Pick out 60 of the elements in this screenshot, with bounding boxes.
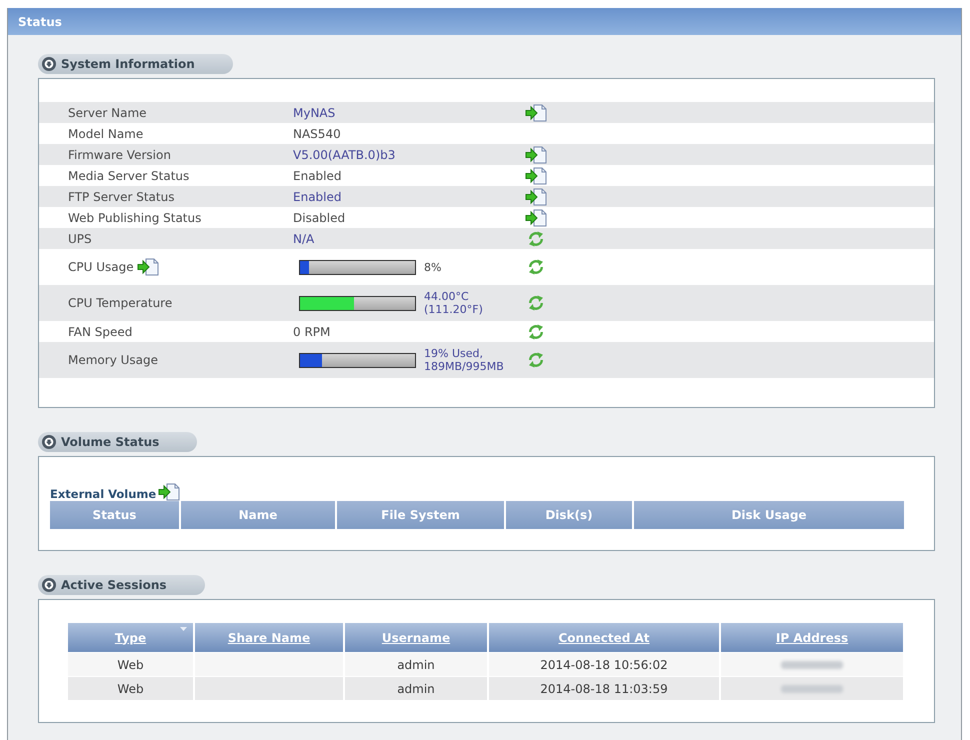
field-label: Media Server Status: [68, 168, 190, 182]
column-header: Status: [50, 501, 179, 529]
field-label: Model Name: [68, 126, 144, 140]
column-header-link[interactable]: Connected At: [489, 623, 719, 652]
field-label: UPS: [68, 232, 92, 246]
collapse-icon[interactable]: [42, 578, 56, 592]
field-value: NAS540: [293, 126, 341, 140]
collapse-icon[interactable]: [42, 435, 56, 449]
column-header: File System: [337, 501, 504, 529]
field-value: MyNAS: [293, 106, 336, 120]
arrow-page-icon[interactable]: [525, 104, 547, 122]
blurred-redaction: [781, 684, 843, 692]
section-header-pill[interactable]: Volume Status: [38, 432, 198, 452]
arrow-page-icon[interactable]: [525, 146, 547, 164]
field-value: Enabled: [293, 168, 342, 182]
column-header: Disk Usage: [634, 501, 904, 529]
field-label: CPU Usage: [68, 260, 134, 274]
table-cell: 2014-08-18 11:03:59: [489, 677, 719, 700]
column-header-link[interactable]: IP Address: [721, 623, 903, 652]
arrow-page-icon[interactable]: [525, 188, 547, 206]
table-cell: admin: [345, 653, 487, 676]
column-header: Disk(s): [506, 501, 632, 529]
field-value: 0 RPM: [293, 324, 330, 338]
field-value: Disabled: [293, 210, 346, 224]
table-cell: 2014-08-18 10:56:02: [489, 653, 719, 676]
arrow-page-icon[interactable]: [525, 166, 547, 184]
section-title: Active Sessions: [61, 578, 166, 592]
table-cell: Web: [68, 677, 193, 700]
refresh-icon[interactable]: [527, 258, 545, 276]
field-label: Web Publishing Status: [68, 210, 202, 224]
field-label: FAN Speed: [68, 324, 132, 338]
arrow-page-icon[interactable]: [525, 208, 547, 226]
field-label: Server Name: [68, 106, 147, 120]
refresh-icon[interactable]: [527, 322, 545, 340]
section-header-pill[interactable]: Active Sessions: [38, 575, 204, 595]
field-value: Enabled: [293, 190, 342, 204]
collapse-icon[interactable]: [42, 57, 56, 71]
section-header-pill[interactable]: System Information: [38, 54, 233, 74]
field-label: Firmware Version: [68, 148, 171, 162]
table-cell: admin: [345, 677, 487, 700]
meter-reading: 8%: [424, 260, 442, 274]
column-header-link[interactable]: Share Name: [195, 623, 343, 652]
column-header-link[interactable]: Type: [68, 623, 193, 652]
arrow-page-icon[interactable]: [158, 483, 180, 501]
section-title: System Information: [61, 57, 195, 71]
field-label: CPU Temperature: [68, 296, 172, 310]
table-cell: Web: [68, 653, 193, 676]
section-title: Volume Status: [61, 435, 160, 449]
blurred-redaction: [781, 660, 843, 668]
panel-title: Status: [18, 14, 62, 28]
meter-reading: 44.00°C (111.20°F): [424, 290, 484, 316]
subsection-title: External Volume: [50, 487, 156, 501]
field-value: N/A: [293, 232, 314, 246]
field-label: FTP Server Status: [68, 190, 174, 204]
field-value: V5.00(AATB.0)b3: [293, 148, 396, 162]
meter-reading: 19% Used, 189MB/995MB: [424, 347, 505, 373]
arrow-page-icon[interactable]: [136, 258, 159, 276]
field-label: Memory Usage: [68, 353, 158, 367]
column-header-link[interactable]: Username: [345, 623, 487, 652]
column-header: Name: [181, 501, 335, 529]
